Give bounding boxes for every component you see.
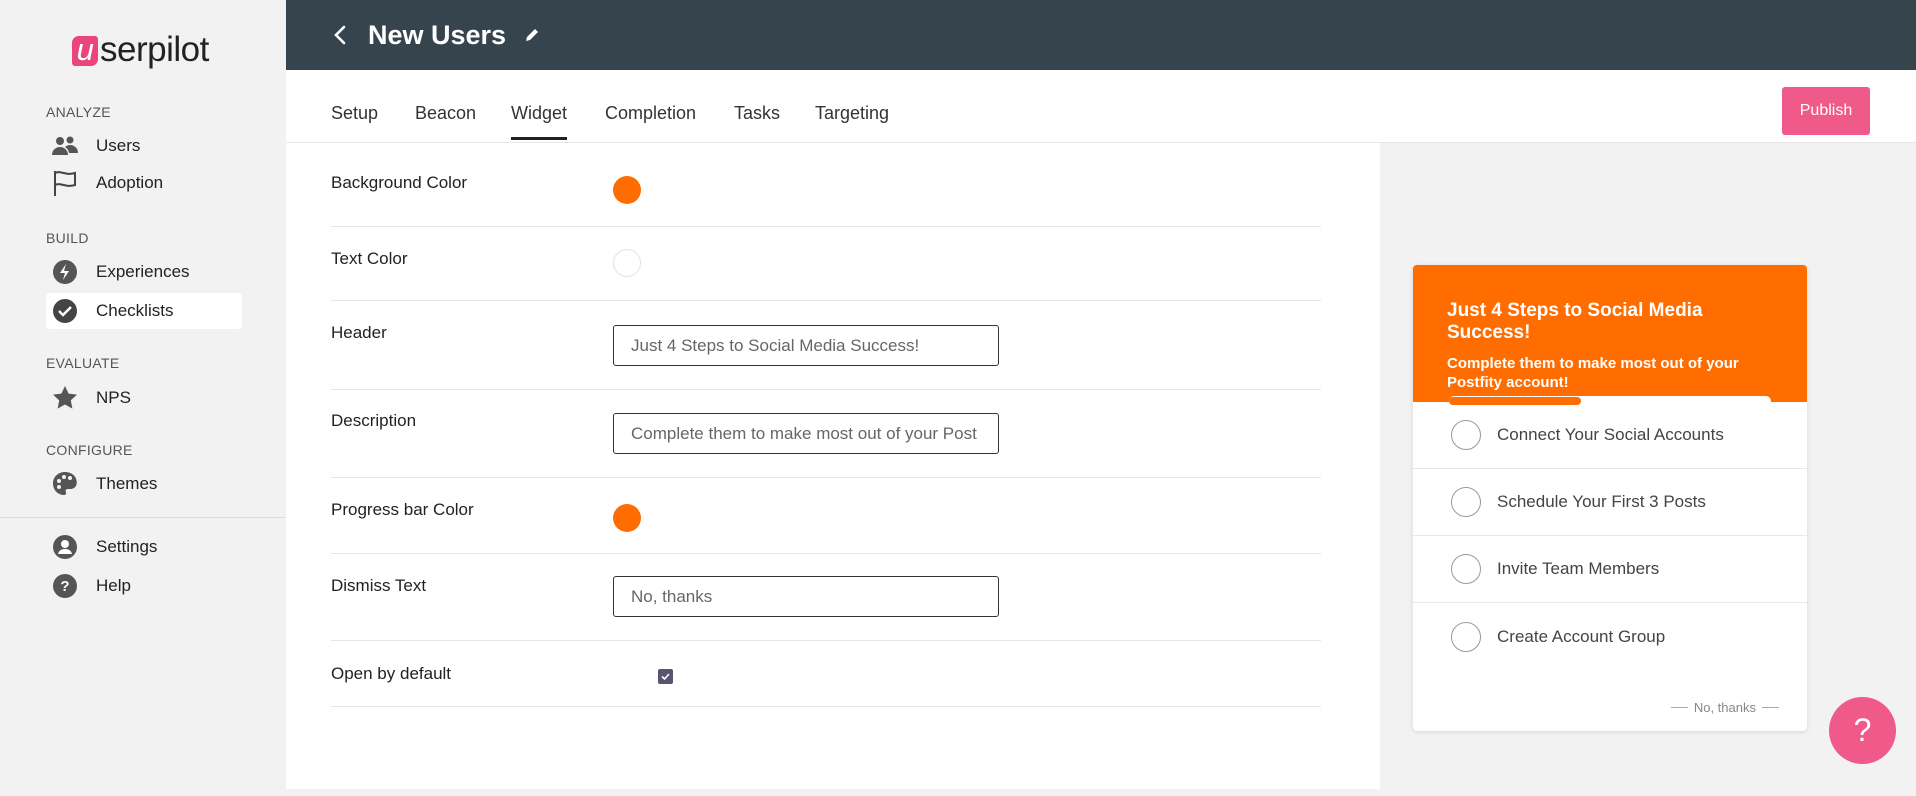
task-circle-icon xyxy=(1451,554,1481,584)
widget-description: Complete them to make most out of your P… xyxy=(1447,355,1739,391)
task-circle-icon xyxy=(1451,621,1481,652)
header-bar: New Users xyxy=(286,0,1916,70)
question-icon: ? xyxy=(50,571,80,601)
sidebar-item-label: Themes xyxy=(96,474,158,493)
tab-beacon[interactable]: Beacon xyxy=(415,103,476,137)
users-icon xyxy=(50,131,80,161)
sidebar: u serpilot ANALYZE Users Adoption BUILD E… xyxy=(0,0,286,796)
widget-settings-form: Background Color Text Color Header Just … xyxy=(286,143,1380,789)
sidebar-item-experiences[interactable]: Experiences xyxy=(46,254,242,290)
text-color-swatch[interactable] xyxy=(613,249,641,277)
sidebar-item-label: NPS xyxy=(96,388,131,407)
sidebar-divider xyxy=(0,517,286,518)
help-chat-button[interactable]: ? xyxy=(1829,697,1896,764)
task-label: Schedule Your First 3 Posts xyxy=(1497,492,1706,511)
tab-bar: Setup Beacon Widget Completion Tasks Tar… xyxy=(286,70,1916,143)
widget-header: Just 4 Steps to Social Media Success! Co… xyxy=(1413,265,1807,406)
sidebar-item-nps[interactable]: NPS xyxy=(46,380,242,416)
text-color-row: Text Color xyxy=(331,227,1321,301)
widget-title: Just 4 Steps to Social Media Success! xyxy=(1447,300,1703,343)
widget-dismiss-link[interactable]: No, thanks xyxy=(1665,700,1785,715)
open-default-row: Open by default xyxy=(331,641,1321,707)
widget-task-item[interactable]: Create Account Group xyxy=(1413,603,1807,670)
sidebar-item-label: Adoption xyxy=(96,173,164,192)
userpilot-logo[interactable]: u serpilot xyxy=(72,30,209,70)
person-icon xyxy=(50,532,80,562)
sidebar-item-label: Users xyxy=(96,136,141,155)
task-circle-icon xyxy=(1451,420,1481,450)
sidebar-item-users[interactable]: Users xyxy=(46,128,242,164)
tab-widget[interactable]: Widget xyxy=(511,103,568,140)
pencil-icon[interactable] xyxy=(522,25,542,45)
sidebar-item-checklists[interactable]: Checklists xyxy=(46,293,242,329)
logo-mark: u xyxy=(72,34,98,66)
dismiss-text-label: Dismiss Text xyxy=(331,576,427,595)
logo-text: serpilot xyxy=(100,30,209,69)
background-color-label: Background Color xyxy=(331,173,468,192)
progress-color-label: Progress bar Color xyxy=(331,500,474,519)
star-icon xyxy=(50,383,80,413)
widget-dismiss-label: No, thanks xyxy=(1693,700,1756,715)
background-color-swatch[interactable] xyxy=(613,176,641,204)
section-evaluate: EVALUATE xyxy=(46,355,120,371)
dismiss-text-row: Dismiss Text No, thanks xyxy=(331,554,1321,641)
svg-text:?: ? xyxy=(60,578,69,595)
back-arrow-icon[interactable] xyxy=(330,20,350,50)
check-circle-icon xyxy=(50,296,80,326)
widget-task-item[interactable]: Schedule Your First 3 Posts xyxy=(1413,469,1807,536)
flag-icon xyxy=(50,168,80,198)
divider xyxy=(1762,707,1779,708)
section-analyze: ANALYZE xyxy=(46,104,111,120)
checkmark-icon xyxy=(661,673,670,681)
header-input[interactable]: Just 4 Steps to Social Media Success! xyxy=(613,325,999,366)
sidebar-item-label: Experiences xyxy=(96,262,190,281)
description-row: Description Complete them to make most o… xyxy=(331,390,1321,478)
tab-setup[interactable]: Setup xyxy=(331,103,378,137)
sidebar-item-themes[interactable]: Themes xyxy=(46,466,242,502)
palette-icon xyxy=(50,469,80,499)
sidebar-item-label: Help xyxy=(96,576,131,595)
background-color-row: Background Color xyxy=(331,143,1321,227)
divider xyxy=(1670,707,1688,708)
task-label: Connect Your Social Accounts xyxy=(1497,425,1724,444)
sidebar-item-help[interactable]: ? Help xyxy=(46,568,242,604)
lightning-icon xyxy=(50,257,80,287)
text-color-label: Text Color xyxy=(331,249,408,268)
widget-preview-panel: Just 4 Steps to Social Media Success! Co… xyxy=(1380,143,1916,789)
header-row: Header Just 4 Steps to Social Media Succ… xyxy=(331,301,1321,390)
widget-progress-fill xyxy=(1449,397,1582,405)
description-label: Description xyxy=(331,411,417,430)
sidebar-item-label: Settings xyxy=(96,537,158,556)
tab-tasks[interactable]: Tasks xyxy=(734,103,780,137)
publish-button[interactable]: Publish xyxy=(1782,87,1870,135)
widget-task-item[interactable]: Connect Your Social Accounts xyxy=(1413,402,1807,469)
sidebar-item-settings[interactable]: Settings xyxy=(46,529,242,565)
progress-color-swatch[interactable] xyxy=(613,504,641,532)
dismiss-text-input[interactable]: No, thanks xyxy=(613,576,999,617)
sidebar-item-label: Checklists xyxy=(96,301,174,320)
tab-targeting[interactable]: Targeting xyxy=(815,103,889,137)
section-configure: CONFIGURE xyxy=(46,442,133,458)
page-title: New Users xyxy=(368,19,507,50)
open-default-checkbox[interactable] xyxy=(658,669,673,684)
open-default-label: Open by default xyxy=(331,664,452,683)
widget-task-item[interactable]: Invite Team Members xyxy=(1413,536,1807,603)
sidebar-item-adoption[interactable]: Adoption xyxy=(46,165,242,201)
task-label: Create Account Group xyxy=(1497,626,1666,646)
progress-color-row: Progress bar Color xyxy=(331,478,1321,554)
section-build: BUILD xyxy=(46,230,89,246)
task-circle-icon xyxy=(1451,487,1481,517)
tab-completion[interactable]: Completion xyxy=(605,103,696,137)
header-label: Header xyxy=(331,323,387,342)
description-input[interactable]: Complete them to make most out of your P… xyxy=(613,413,999,454)
widget-progress-bar xyxy=(1449,396,1771,406)
task-label: Invite Team Members xyxy=(1497,559,1660,578)
checklist-widget-preview: Just 4 Steps to Social Media Success! Co… xyxy=(1413,265,1807,731)
